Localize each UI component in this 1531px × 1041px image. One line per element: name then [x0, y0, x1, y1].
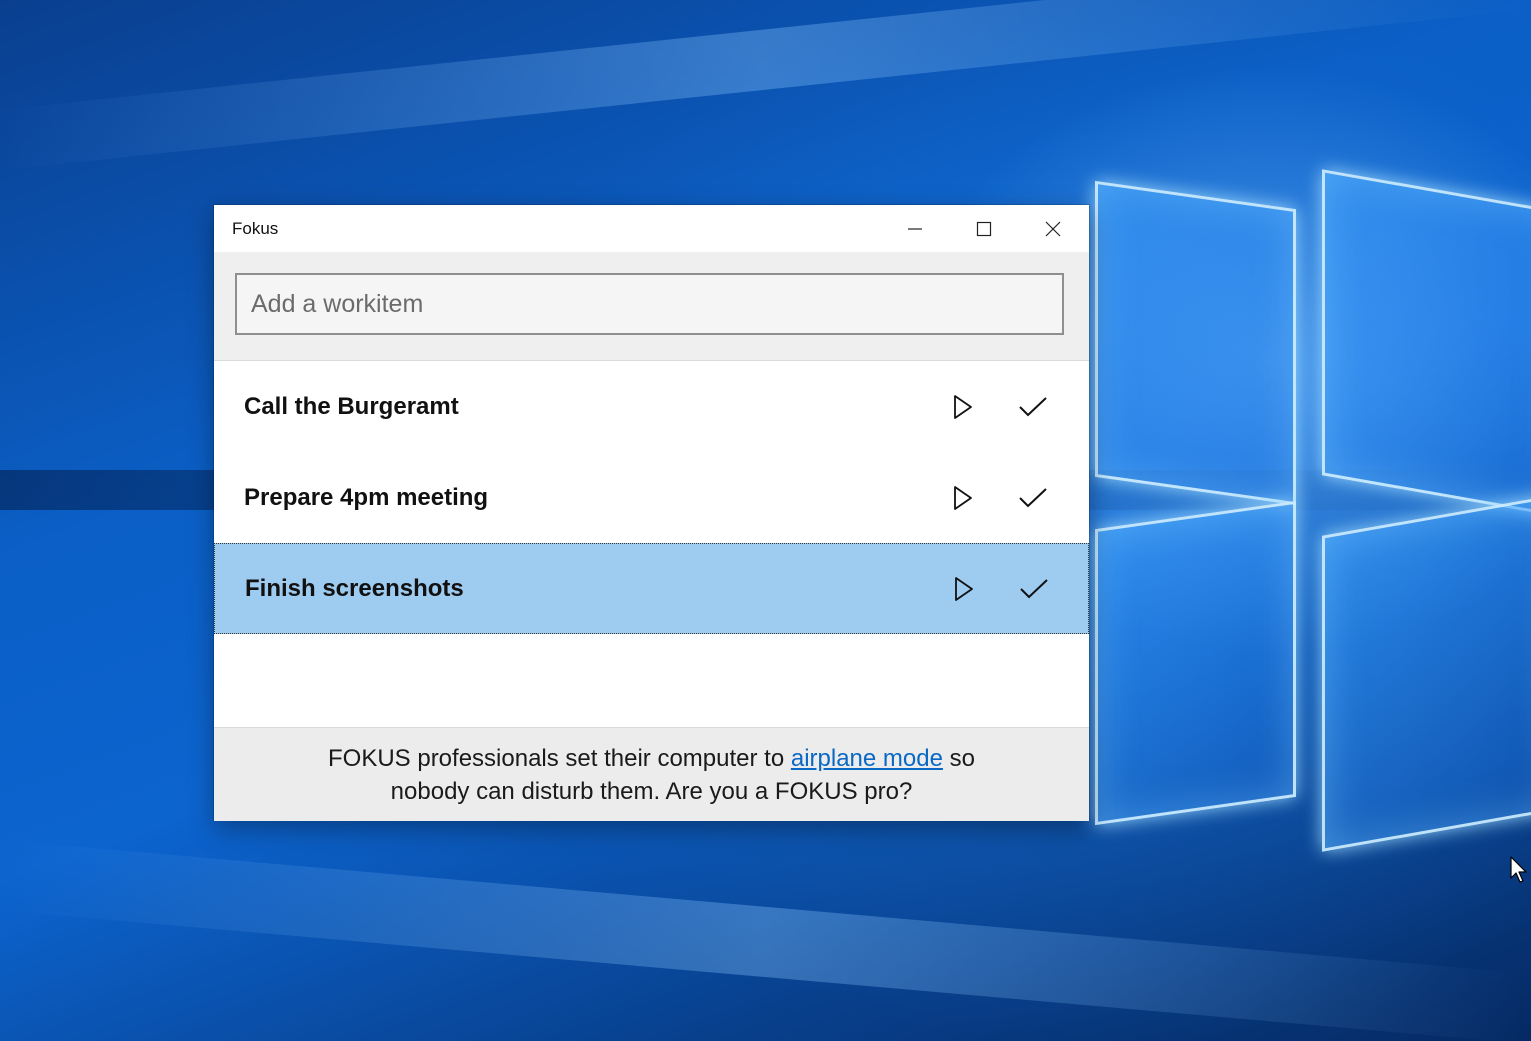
list-item[interactable]: Call the Burgeramt — [214, 361, 1089, 452]
maximize-button[interactable] — [949, 205, 1018, 252]
start-workitem-button[interactable] — [942, 567, 986, 611]
wallpaper-logo-pane — [1322, 169, 1531, 517]
list-item[interactable]: Prepare 4pm meeting — [214, 452, 1089, 543]
workitem-list: Call the Burgeramt Prepare 4pm meeting F… — [214, 361, 1089, 727]
check-icon — [1019, 396, 1047, 416]
tip-text-after: nobody can disturb them. Are you a FOKUS… — [390, 777, 913, 805]
play-icon — [955, 576, 973, 601]
tip-text-mid: so — [942, 744, 975, 772]
title-bar[interactable]: Fokus — [214, 205, 1089, 252]
add-workitem-area — [214, 252, 1089, 361]
minimize-button[interactable] — [880, 205, 949, 252]
wallpaper-beam — [0, 0, 1526, 170]
add-workitem-input[interactable] — [235, 273, 1064, 335]
list-item-selected[interactable]: Finish screenshots — [214, 543, 1089, 634]
tip-footer: FOKUS professionals set their computer t… — [214, 727, 1089, 821]
window-title: Fokus — [232, 219, 279, 238]
minimize-icon — [907, 227, 922, 230]
airplane-mode-link[interactable]: airplane mode — [791, 745, 943, 772]
complete-workitem-button[interactable] — [1011, 476, 1055, 520]
wallpaper-beam — [0, 840, 1529, 1041]
tip-text: FOKUS professionals set their computer t… — [328, 742, 975, 808]
start-workitem-button[interactable] — [941, 476, 985, 520]
complete-workitem-button[interactable] — [1011, 385, 1055, 429]
desktop: Fokus Call the — [0, 0, 1531, 1041]
mouse-cursor-icon — [1510, 856, 1527, 883]
fokus-window: Fokus Call the — [214, 205, 1089, 821]
check-icon — [1019, 487, 1047, 507]
play-icon — [954, 485, 972, 510]
start-workitem-button[interactable] — [941, 385, 985, 429]
wallpaper-logo-pane — [1095, 180, 1296, 506]
tip-text-before: FOKUS professionals set their computer t… — [328, 744, 791, 772]
workitem-label: Call the Burgeramt — [244, 392, 459, 420]
complete-workitem-button[interactable] — [1012, 567, 1056, 611]
maximize-icon — [976, 221, 991, 236]
wallpaper-logo-pane — [1095, 500, 1296, 826]
check-icon — [1020, 578, 1048, 598]
close-button[interactable] — [1018, 205, 1087, 252]
close-icon — [1045, 221, 1060, 236]
workitem-label: Finish screenshots — [245, 574, 464, 602]
play-icon — [954, 394, 972, 419]
wallpaper-logo-pane — [1322, 494, 1531, 852]
workitem-label: Prepare 4pm meeting — [244, 483, 489, 511]
